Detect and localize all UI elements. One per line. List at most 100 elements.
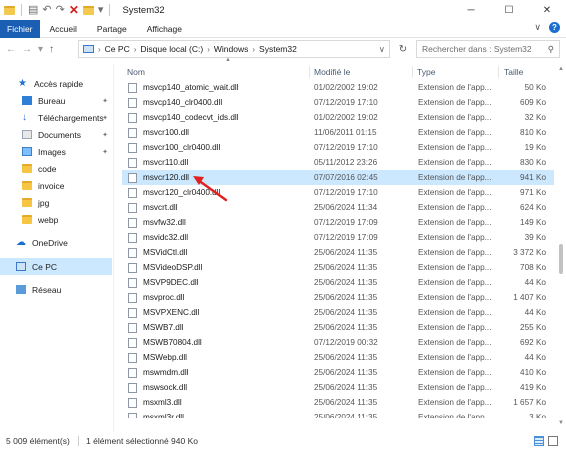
file-row[interactable]: msvcrt.dll 25/06/2024 11:34 Extension de l… [122, 200, 554, 215]
file-row[interactable]: msvcr100_clr0400.dll 07/12/2019 17:10 Exte… [122, 140, 554, 155]
refresh-button[interactable]: ↻ [394, 40, 412, 58]
sidebar-item-code[interactable]: code [0, 160, 112, 177]
sidebar-item-webp[interactable]: webp [0, 211, 112, 228]
file-size: 149 Ko [520, 218, 546, 227]
close-button[interactable]: ✕ [528, 0, 566, 20]
chevron-right-icon[interactable]: › [252, 45, 255, 54]
address-dropdown-icon[interactable]: ∨ [379, 44, 385, 55]
file-row[interactable]: MSWB7.dll 25/06/2024 11:35 Extension de l'… [122, 320, 554, 335]
sidebar-item-documents[interactable]: Documents ✦ [0, 126, 112, 143]
file-type: Extension de l'app... [418, 128, 492, 137]
column-header-name[interactable]: Nom [127, 64, 145, 80]
undo-icon[interactable]: ↶ [42, 4, 51, 16]
file-row[interactable]: msvcp140_codecvt_ids.dll 01/02/2002 19:02… [122, 110, 554, 125]
column-divider[interactable] [498, 66, 499, 78]
file-row[interactable]: msvcr120_clr0400.dll 07/12/2019 17:10 Exte… [122, 185, 554, 200]
sidebar-item-quick-access[interactable]: ★ Accès rapide [0, 75, 112, 92]
sidebar-item-label: Bureau [38, 95, 66, 106]
minimize-button[interactable]: ─ [452, 0, 490, 20]
sort-indicator-icon: ▲ [225, 57, 231, 63]
file-row[interactable]: MSVidCtl.dll 25/06/2024 11:35 Extension de… [122, 245, 554, 260]
breadcrumb-system32[interactable]: System32 [259, 44, 297, 54]
file-date-modified: 01/02/2002 19:02 [314, 83, 378, 92]
file-date-modified: 25/06/2024 11:35 [314, 413, 378, 418]
file-row[interactable]: MSVideoDSP.dll 25/06/2024 11:35 Extension … [122, 260, 554, 275]
chevron-right-icon[interactable]: › [98, 45, 101, 54]
file-row[interactable]: msxml3r.dll 25/06/2024 11:35 Extension de … [122, 410, 554, 418]
breadcrumb-windows[interactable]: Windows [214, 44, 248, 54]
forward-icon[interactable]: → [22, 44, 32, 55]
documents-icon [22, 130, 32, 139]
file-row[interactable]: msvidc32.dll 07/12/2019 17:09 Extension de… [122, 230, 554, 245]
pin-icon[interactable]: ✦ [102, 148, 108, 156]
new-folder-icon[interactable] [82, 5, 94, 15]
customize-toolbar-icon[interactable]: ▾ [98, 4, 104, 16]
chevron-right-icon[interactable]: › [207, 45, 210, 54]
scrollbar-thumb[interactable] [559, 244, 563, 274]
file-name: MSWebp.dll [143, 353, 187, 362]
help-icon[interactable]: ? [549, 22, 560, 33]
sidebar-item-network[interactable]: Réseau [0, 281, 112, 298]
window-title: System32 [122, 4, 165, 16]
file-row[interactable]: msvcp140_clr0400.dll 07/12/2019 17:10 Exte… [122, 95, 554, 110]
file-date-modified: 25/06/2024 11:35 [314, 248, 378, 257]
column-divider[interactable] [309, 66, 310, 78]
expand-ribbon-icon[interactable]: ∨ [534, 22, 541, 33]
up-icon[interactable]: ↑ [49, 44, 54, 55]
column-divider[interactable] [412, 66, 413, 78]
sidebar-item-onedrive[interactable]: ☁ OneDrive [0, 234, 112, 251]
pin-icon[interactable]: ✦ [102, 97, 108, 105]
file-row[interactable]: msvcr100.dll 11/06/2011 01:15 Extension de… [122, 125, 554, 140]
file-type: Extension de l'app... [418, 83, 492, 92]
search-input[interactable]: Rechercher dans : System32 ⚲ [416, 40, 560, 58]
tab-view[interactable]: Affichage [137, 20, 192, 38]
file-row[interactable]: MSVPXENC.dll 25/06/2024 11:35 Extension de… [122, 305, 554, 320]
chevron-right-icon[interactable]: › [134, 45, 137, 54]
large-icons-view-icon[interactable] [548, 436, 558, 446]
sidebar-item-images[interactable]: Images ✦ [0, 143, 112, 160]
tab-file[interactable]: Fichier [0, 19, 40, 38]
file-row[interactable]: msvfw32.dll 07/12/2019 17:09 Extension de … [122, 215, 554, 230]
breadcrumb-local-disk[interactable]: Disque local (C:) [140, 44, 203, 54]
details-view-icon[interactable] [534, 436, 544, 446]
back-icon[interactable]: ← [6, 44, 16, 55]
file-row[interactable]: msvproc.dll 25/06/2024 11:35 Extension de … [122, 290, 554, 305]
delete-icon[interactable]: ✕ [69, 4, 79, 16]
file-row[interactable]: mswsock.dll 25/06/2024 11:35 Extension de … [122, 380, 554, 395]
column-header-size[interactable]: Taille [504, 64, 523, 80]
column-header-type[interactable]: Type [417, 64, 435, 80]
maximize-button[interactable]: ☐ [490, 0, 528, 20]
sidebar-item-desktop[interactable]: Bureau ✦ [0, 92, 112, 109]
file-row[interactable]: msvcr120.dll 07/07/2016 02:45 Extension de… [122, 170, 554, 185]
file-row[interactable]: msxml3.dll 25/06/2024 11:35 Extension de l… [122, 395, 554, 410]
pin-icon[interactable]: ✦ [102, 114, 108, 122]
file-row[interactable]: MSWB70804.dll 07/12/2019 00:32 Extension d… [122, 335, 554, 350]
file-row[interactable]: msvcr110.dll 05/11/2012 23:26 Extension de… [122, 155, 554, 170]
sidebar-item-this-pc[interactable]: Ce PC [0, 258, 112, 275]
tab-share[interactable]: Partage [87, 20, 137, 38]
scroll-up-icon[interactable]: ▲ [558, 66, 564, 72]
file-name: MSVideoDSP.dll [143, 263, 203, 272]
file-row[interactable]: MSWebp.dll 25/06/2024 11:35 Extension de l… [122, 350, 554, 365]
column-header-modified[interactable]: Modifié le [314, 64, 350, 80]
vertical-scrollbar[interactable]: ▲ ▼ [556, 64, 566, 432]
sidebar-item-jpg[interactable]: jpg [0, 194, 112, 211]
file-row[interactable]: MSVP9DEC.dll 25/06/2024 11:35 Extension de… [122, 275, 554, 290]
redo-icon[interactable]: ↷ [56, 4, 65, 16]
file-row[interactable]: mswmdm.dll 25/06/2024 11:35 Extension de l… [122, 365, 554, 380]
address-bar[interactable]: › Ce PC › Disque local (C:) › Windows › … [78, 40, 390, 58]
dll-file-icon [128, 143, 137, 153]
scroll-down-icon[interactable]: ▼ [558, 420, 564, 426]
pin-icon[interactable]: ✦ [102, 131, 108, 139]
sidebar-item-downloads[interactable]: ↓ Téléchargements ✦ [0, 109, 112, 126]
cloud-icon: ☁ [16, 237, 26, 248]
sidebar-item-invoice[interactable]: invoice [0, 177, 112, 194]
recent-locations-icon[interactable]: ▾ [38, 44, 43, 55]
folder-icon [22, 215, 32, 224]
sidebar-item-label: OneDrive [32, 237, 68, 248]
tab-home[interactable]: Accueil [40, 20, 87, 38]
file-row[interactable]: msvcp140_atomic_wait.dll 01/02/2002 19:02… [122, 80, 554, 95]
breadcrumb-this-pc[interactable]: Ce PC [105, 44, 130, 54]
file-size: 941 Ko [520, 173, 546, 182]
properties-icon[interactable]: ▤ [28, 4, 38, 16]
